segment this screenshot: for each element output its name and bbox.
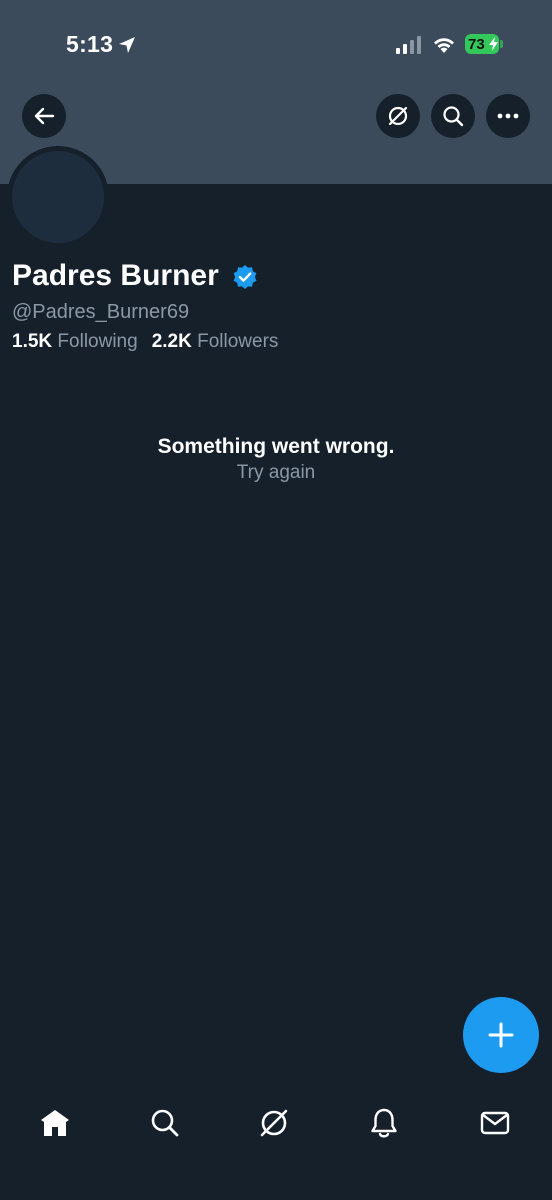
battery-cap — [500, 40, 503, 48]
location-arrow-icon — [119, 37, 135, 53]
tab-messages[interactable] — [473, 1101, 517, 1145]
home-icon — [41, 1110, 69, 1136]
bell-icon — [371, 1108, 397, 1138]
search-icon — [443, 106, 464, 127]
profile-avatar[interactable] — [7, 146, 109, 248]
grok-icon — [260, 1109, 288, 1137]
status-bar: 5:13 73 — [0, 0, 552, 90]
cellular-signal-icon — [396, 36, 421, 54]
following-label: Following — [57, 331, 138, 352]
profile-display-name: Padres Burner — [12, 259, 219, 292]
back-button[interactable] — [22, 94, 66, 138]
try-again-button[interactable]: Try again — [0, 462, 552, 484]
profile-handle: @Padres_Burner69 — [12, 301, 190, 323]
bottom-tab-bar — [0, 1085, 552, 1200]
grok-icon — [388, 106, 408, 126]
wifi-icon — [434, 38, 454, 53]
tab-grok[interactable] — [252, 1101, 296, 1145]
followers-link[interactable]: 2.2K Followers — [152, 331, 279, 352]
follow-counts: 1.5K Following 2.2K Followers — [12, 331, 278, 353]
battery-indicator: 73 — [465, 34, 499, 54]
grok-button[interactable] — [376, 94, 420, 138]
search-icon — [151, 1109, 179, 1137]
avatar-placeholder — [12, 151, 104, 243]
status-time: 5:13 — [66, 31, 114, 57]
tab-search[interactable] — [143, 1101, 187, 1145]
search-button[interactable] — [431, 94, 475, 138]
compose-post-button[interactable] — [463, 997, 539, 1073]
plus-icon — [488, 1022, 514, 1048]
more-horizontal-icon — [497, 113, 519, 119]
followers-label: Followers — [197, 331, 279, 352]
error-message: Something went wrong. — [157, 435, 395, 458]
arrow-left-icon — [34, 107, 55, 125]
verified-badge-icon[interactable] — [232, 264, 258, 290]
charging-bolt-icon — [489, 37, 498, 51]
battery-level: 73 — [468, 35, 485, 53]
following-link[interactable]: 1.5K Following — [12, 331, 138, 352]
followers-count: 2.2K — [151, 331, 192, 352]
tab-notifications[interactable] — [362, 1101, 406, 1145]
more-options-button[interactable] — [486, 94, 530, 138]
tab-home[interactable] — [33, 1101, 77, 1145]
following-count: 1.5K — [12, 331, 53, 352]
mail-icon — [480, 1111, 510, 1135]
